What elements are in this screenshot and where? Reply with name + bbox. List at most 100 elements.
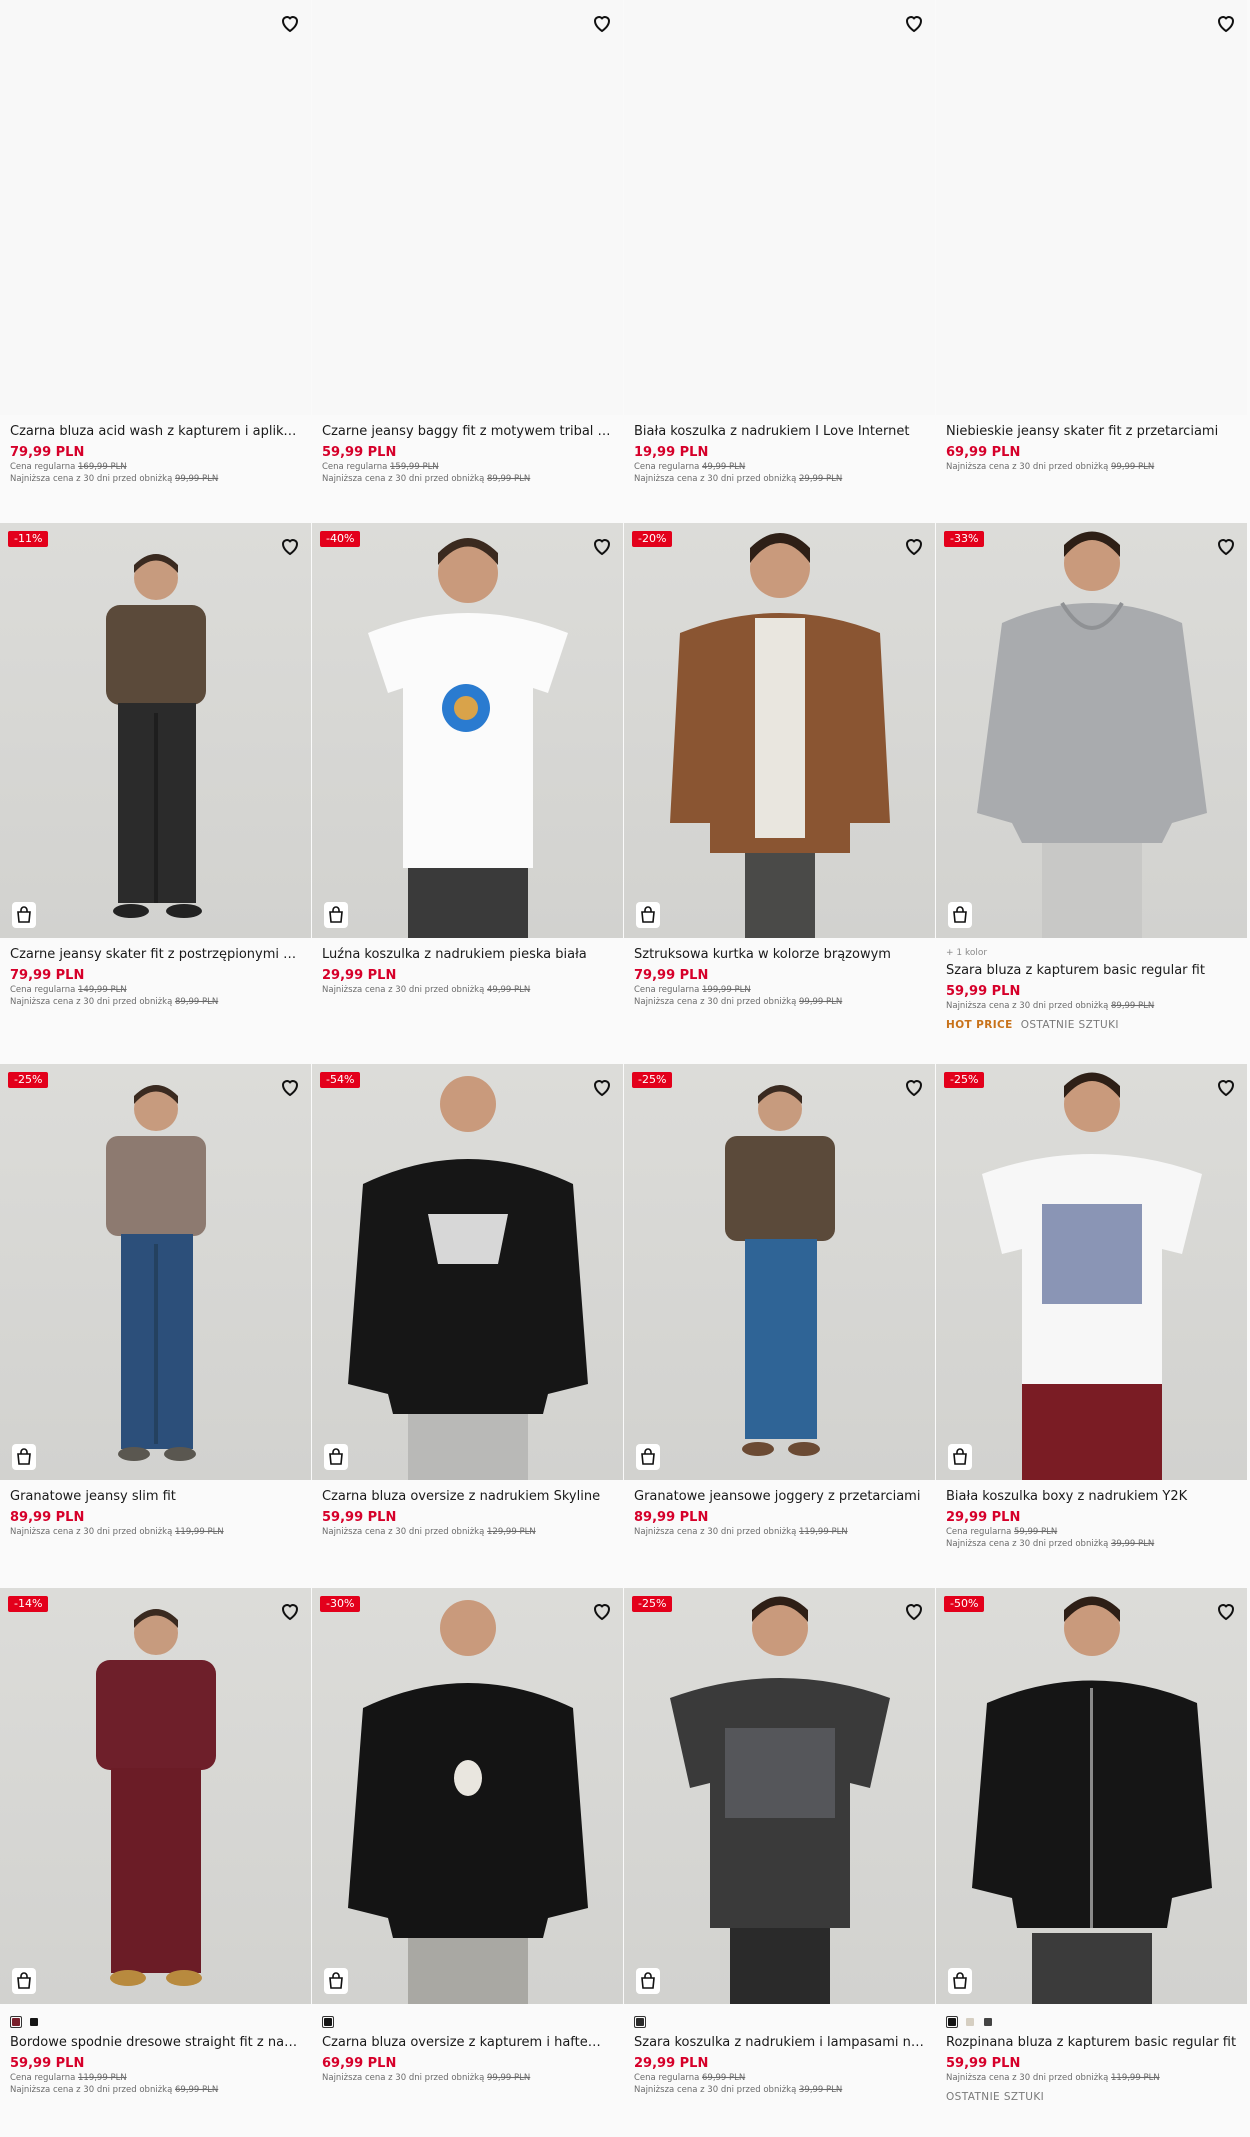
product-title[interactable]: Czarne jeansy baggy fit z motywem tribal…	[322, 423, 613, 440]
shopping-bag-icon[interactable]	[636, 1444, 660, 1470]
product-image[interactable]: -11%	[0, 523, 311, 938]
product-image[interactable]	[312, 0, 623, 415]
product-card[interactable]: -14% Bordowe spodnie dresowe straight fi…	[0, 1588, 311, 2096]
shopping-bag-icon[interactable]	[324, 1444, 348, 1470]
product-title[interactable]: Biała koszulka boxy z nadrukiem Y2K	[946, 1488, 1237, 1505]
color-swatch-burgundy[interactable]	[10, 2016, 22, 2028]
discount-badge: -11%	[8, 531, 49, 547]
product-title[interactable]: Granatowe jeansy slim fit	[10, 1488, 301, 1505]
shopping-bag-icon[interactable]	[12, 902, 36, 928]
discount-badge: -25%	[632, 1072, 673, 1088]
product-title[interactable]: Biała koszulka z nadrukiem I Love Intern…	[634, 423, 925, 440]
discount-badge: -33%	[944, 531, 985, 547]
product-card[interactable]: Niebieskie jeansy skater fit z przetarci…	[936, 0, 1247, 473]
heart-icon[interactable]	[590, 1599, 614, 1623]
color-swatch-beige[interactable]	[964, 2016, 976, 2028]
heart-icon[interactable]	[902, 534, 926, 558]
heart-icon[interactable]	[278, 1599, 302, 1623]
discount-badge: -54%	[320, 1072, 361, 1088]
product-title[interactable]: Czarna bluza oversize z kapturem i hafte…	[322, 2034, 613, 2051]
heart-icon[interactable]	[278, 1075, 302, 1099]
lowest-price: Najniższa cena z 30 dni przed obniżką 69…	[10, 2085, 219, 2095]
regular-price: Cena regularna 49,99 PLN	[634, 462, 746, 472]
product-price: 79,99 PLN	[634, 968, 709, 983]
product-image[interactable]: -30%	[312, 1588, 623, 2004]
product-title[interactable]: Czarne jeansy skater fit z postrzępionym…	[10, 946, 301, 963]
product-card[interactable]: -54% Czarna bluza oversize z nadrukiem S…	[312, 1064, 623, 1538]
color-swatch-black[interactable]	[634, 2016, 646, 2028]
product-card[interactable]: -50% Rozpinana bluza z kapturem basic re…	[936, 1588, 1247, 2104]
product-card[interactable]: Czarna bluza acid wash z kapturem i apli…	[0, 0, 311, 485]
heart-icon[interactable]	[1214, 1075, 1238, 1099]
product-image[interactable]: -25%	[624, 1588, 935, 2004]
heart-icon[interactable]	[902, 11, 926, 35]
regular-price: Cena regularna 159,99 PLN	[322, 462, 439, 472]
heart-icon[interactable]	[590, 534, 614, 558]
product-title[interactable]: Szara bluza z kapturem basic regular fit	[946, 962, 1237, 979]
heart-icon[interactable]	[1214, 1599, 1238, 1623]
lowest-price: Najniższa cena z 30 dni przed obniżką 11…	[10, 1527, 224, 1537]
product-image[interactable]	[624, 0, 935, 415]
product-image[interactable]: -50%	[936, 1588, 1247, 2004]
shopping-bag-icon[interactable]	[948, 1968, 972, 1994]
product-image[interactable]: -54%	[312, 1064, 623, 1480]
heart-icon[interactable]	[278, 11, 302, 35]
product-title[interactable]: Rozpinana bluza z kapturem basic regular…	[946, 2034, 1237, 2051]
product-image[interactable]: -25%	[0, 1064, 311, 1480]
product-card[interactable]: -30% Czarna bluza oversize z kapturem i …	[312, 1588, 623, 2084]
lowest-price: Najniższa cena z 30 dni przed obniżką 89…	[10, 997, 219, 1007]
color-swatch-black[interactable]	[946, 2016, 958, 2028]
color-swatches	[634, 2016, 925, 2032]
product-image[interactable]: -25%	[624, 1064, 935, 1480]
shopping-bag-icon[interactable]	[948, 902, 972, 928]
model-photo	[105, 554, 206, 918]
heart-icon[interactable]	[902, 1075, 926, 1099]
product-title[interactable]: Granatowe jeansowe joggery z przetarciam…	[634, 1488, 925, 1505]
color-swatch-charcoal[interactable]	[982, 2016, 994, 2028]
heart-icon[interactable]	[1214, 534, 1238, 558]
heart-icon[interactable]	[1214, 11, 1238, 35]
lowest-price: Najniższa cena z 30 dni przed obniżką 12…	[322, 1527, 536, 1537]
product-card[interactable]: -25% Granatowe jeansy slim fit 89,99 PLN…	[0, 1064, 311, 1538]
product-image[interactable]	[936, 0, 1247, 415]
product-card[interactable]: Czarne jeansy baggy fit z motywem tribal…	[312, 0, 623, 485]
product-image[interactable]: -20%	[624, 523, 935, 938]
product-image[interactable]: -25%	[936, 1064, 1247, 1480]
product-title[interactable]: Bordowe spodnie dresowe straight fit z n…	[10, 2034, 301, 2051]
shopping-bag-icon[interactable]	[636, 902, 660, 928]
lowest-price: Najniższa cena z 30 dni przed obniżką 99…	[322, 2073, 531, 2083]
product-title[interactable]: Sztruksowa kurtka w kolorze brązowym	[634, 946, 925, 963]
heart-icon[interactable]	[590, 1075, 614, 1099]
color-swatch-black[interactable]	[28, 2016, 40, 2028]
product-card[interactable]: -25% Szara koszulka z nadrukiem i lampas…	[624, 1588, 935, 2096]
regular-price: Cena regularna 119,99 PLN	[10, 2073, 127, 2083]
product-image[interactable]	[0, 0, 311, 415]
product-title[interactable]: Czarna bluza acid wash z kapturem i apli…	[10, 423, 301, 440]
product-image[interactable]: -40%	[312, 523, 623, 938]
product-title[interactable]: Niebieskie jeansy skater fit z przetarci…	[946, 423, 1237, 440]
color-swatch-black[interactable]	[322, 2016, 334, 2028]
product-card[interactable]: -25% Biała koszulka boxy z nadrukiem Y2K…	[936, 1064, 1247, 1550]
heart-icon[interactable]	[590, 11, 614, 35]
product-card[interactable]: -20% Sztruksowa kurtka w kolorze brązowy…	[624, 523, 935, 1008]
shopping-bag-icon[interactable]	[324, 1968, 348, 1994]
product-title[interactable]: Luźna koszulka z nadrukiem pieska biała	[322, 946, 613, 963]
regular-price: Cena regularna 169,99 PLN	[10, 462, 127, 472]
product-title[interactable]: Czarna bluza oversize z nadrukiem Skylin…	[322, 1488, 613, 1505]
product-price: 29,99 PLN	[946, 1510, 1021, 1525]
product-card[interactable]: -11% Czarne jeansy skater fit z postrzęp…	[0, 523, 311, 1008]
product-image[interactable]: -33%	[936, 523, 1247, 938]
product-card[interactable]: -33% + 1 kolor Szara bluza z kapturem ba…	[936, 523, 1247, 1032]
heart-icon[interactable]	[278, 534, 302, 558]
product-image[interactable]: -14%	[0, 1588, 311, 2004]
product-card[interactable]: -40% Luźna koszulka z nadrukiem pieska b…	[312, 523, 623, 996]
product-card[interactable]: -25% Granatowe jeansowe joggery z przeta…	[624, 1064, 935, 1538]
product-card[interactable]: Biała koszulka z nadrukiem I Love Intern…	[624, 0, 935, 485]
shopping-bag-icon[interactable]	[636, 1968, 660, 1994]
shopping-bag-icon[interactable]	[948, 1444, 972, 1470]
product-title[interactable]: Szara koszulka z nadrukiem i lampasami n…	[634, 2034, 925, 2051]
shopping-bag-icon[interactable]	[324, 902, 348, 928]
heart-icon[interactable]	[902, 1599, 926, 1623]
shopping-bag-icon[interactable]	[12, 1968, 36, 1994]
shopping-bag-icon[interactable]	[12, 1444, 36, 1470]
